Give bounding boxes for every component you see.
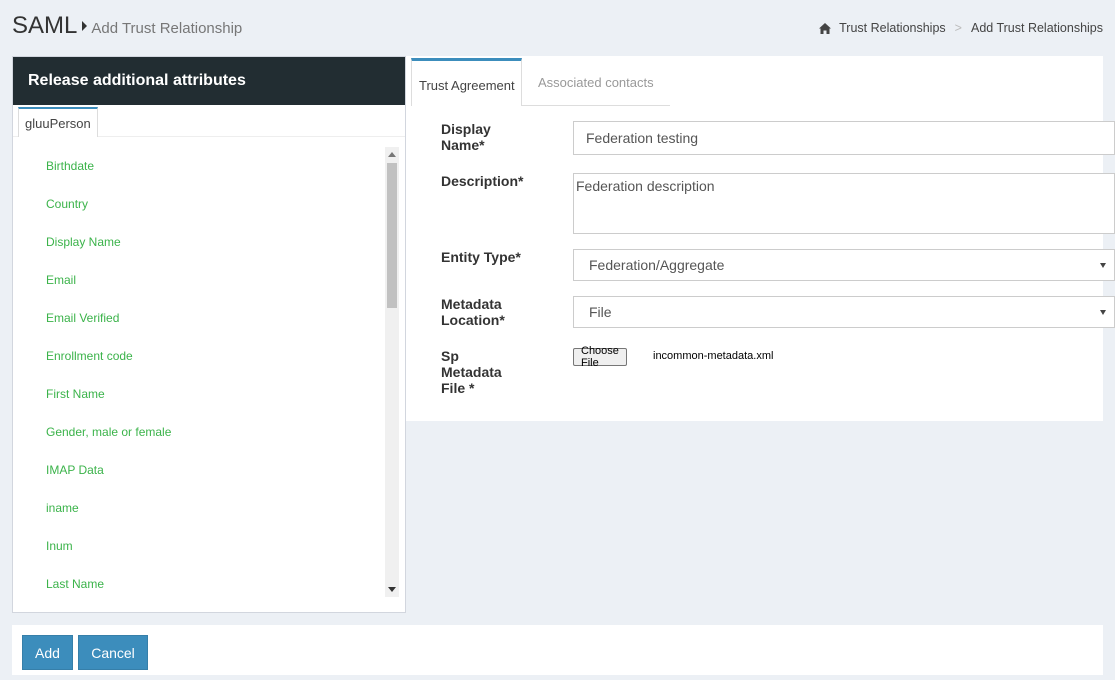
page-subtitle: Add Trust Relationship — [91, 20, 243, 37]
metadata-location-label: Metadata Location* — [441, 296, 505, 328]
display-name-row: Display Name* Federation testing — [441, 121, 1115, 155]
metadata-location-selected-value: File — [589, 304, 612, 320]
display-name-label: Display Name* — [441, 121, 491, 153]
scroll-up-icon[interactable] — [388, 152, 396, 157]
metadata-location-select[interactable]: File — [573, 296, 1115, 328]
entity-type-selected-value: Federation/Aggregate — [589, 257, 725, 273]
attribute-item-enrollment-code[interactable]: Enrollment code — [13, 337, 387, 375]
attribute-item-email-verified[interactable]: Email Verified — [13, 299, 387, 337]
dropdown-arrow-icon — [1100, 263, 1106, 268]
description-row: Description* Federation description — [441, 173, 1115, 234]
breadcrumb-item-trust-relationships[interactable]: Trust Relationships — [839, 21, 946, 35]
attribute-tabs: gluuPerson — [13, 105, 405, 137]
metadata-location-row: Metadata Location* File — [441, 296, 1115, 328]
attribute-item-inum[interactable]: Inum — [13, 527, 387, 565]
trust-relationship-form-panel: Trust Agreement Associated contacts Disp… — [406, 56, 1115, 421]
attribute-item-imap-data[interactable]: IMAP Data — [13, 451, 387, 489]
sp-metadata-file-row: Sp Metadata File * Choose File incommon-… — [441, 345, 773, 396]
display-name-field[interactable]: Federation testing — [573, 121, 1115, 155]
attribute-item-email[interactable]: Email — [13, 261, 387, 299]
dropdown-arrow-icon — [1100, 310, 1106, 315]
page-title: SAML — [12, 12, 78, 39]
panel-title: Release additional attributes — [13, 57, 405, 105]
choose-file-button[interactable]: Choose File — [573, 345, 627, 369]
sp-metadata-file-label: Sp Metadata File * — [441, 348, 502, 396]
attribute-item-iname[interactable]: iname — [13, 489, 387, 527]
cancel-button[interactable]: Cancel — [78, 635, 148, 670]
attribute-item-first-name[interactable]: First Name — [13, 375, 387, 413]
attribute-item-gender[interactable]: Gender, male or female — [13, 413, 387, 451]
attribute-item-display-name[interactable]: Display Name — [13, 223, 387, 261]
breadcrumb-separator: > — [954, 21, 962, 35]
breadcrumb: Trust Relationships > Add Trust Relation… — [819, 21, 1103, 35]
form-footer: Add Cancel — [12, 625, 1103, 675]
scrollbar-thumb[interactable] — [387, 163, 397, 308]
attribute-item-last-name[interactable]: Last Name — [13, 565, 387, 597]
entity-type-label: Entity Type* — [441, 249, 521, 265]
tab-trust-agreement[interactable]: Trust Agreement — [411, 58, 522, 106]
attribute-list-scrollbar[interactable] — [385, 147, 399, 597]
release-attributes-panel: Release additional attributes gluuPerson… — [12, 56, 406, 613]
caret-right-icon — [82, 21, 88, 31]
tab-gluuperson[interactable]: gluuPerson — [18, 107, 98, 137]
description-textarea[interactable]: Federation description — [573, 173, 1115, 234]
description-label: Description* — [441, 173, 524, 189]
add-button[interactable]: Add — [22, 635, 73, 670]
tab-associated-contacts[interactable]: Associated contacts — [522, 58, 670, 106]
attribute-item-country[interactable]: Country — [13, 185, 387, 223]
home-icon[interactable] — [819, 22, 832, 34]
form-tabs: Trust Agreement Associated contacts — [406, 56, 1103, 106]
selected-file-name: incommon-metadata.xml — [653, 350, 774, 362]
scroll-down-icon[interactable] — [388, 587, 396, 592]
entity-type-row: Entity Type* Federation/Aggregate — [441, 249, 1115, 281]
entity-type-select[interactable]: Federation/Aggregate — [573, 249, 1115, 281]
breadcrumb-item-add-trust-relationships: Add Trust Relationships — [970, 21, 1103, 35]
page-header: SAML Add Trust Relationship — [12, 12, 242, 46]
attribute-item-birthdate[interactable]: Birthdate — [13, 147, 387, 185]
attribute-list: Birthdate Country Display Name Email Ema… — [13, 147, 387, 597]
